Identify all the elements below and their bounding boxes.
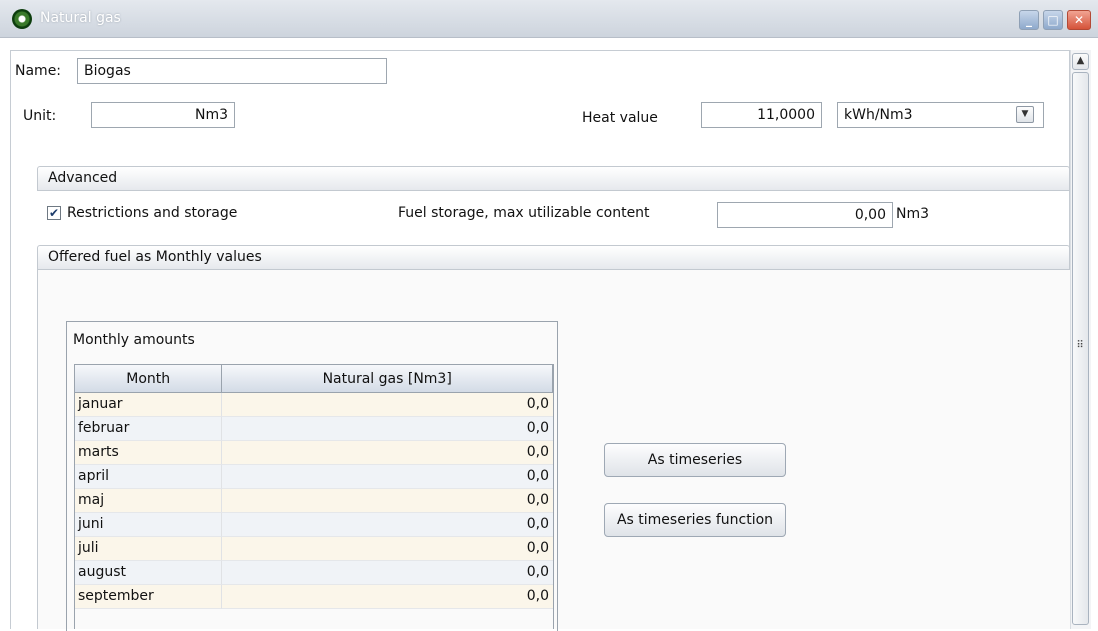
maximize-button[interactable]: □: [1043, 10, 1063, 30]
table-row[interactable]: juni 0,0: [75, 513, 553, 537]
table-row[interactable]: februar 0,0: [75, 417, 553, 441]
fuel-storage-label: Fuel storage, max utilizable content: [398, 205, 650, 221]
grip-icon: ⠿: [1076, 340, 1084, 351]
monthly-amounts-title: Monthly amounts: [73, 332, 195, 348]
fuel-storage-unit: Nm3: [896, 206, 930, 222]
column-header-natural-gas[interactable]: Natural gas [Nm3]: [222, 365, 553, 393]
month-cell: juni: [75, 513, 223, 537]
month-cell: marts: [75, 441, 223, 465]
unit-label: Unit:: [23, 108, 57, 124]
value-cell[interactable]: 0,0: [222, 561, 553, 585]
offered-fuel-section-header[interactable]: Offered fuel as Monthly values: [37, 245, 1070, 270]
month-cell: januar: [75, 393, 223, 417]
table-row[interactable]: januar 0,0: [75, 393, 553, 417]
month-cell: august: [75, 561, 223, 585]
month-cell: maj: [75, 489, 223, 513]
table-row[interactable]: august 0,0: [75, 561, 553, 585]
minimize-button[interactable]: _: [1019, 10, 1039, 30]
advanced-section-header[interactable]: Advanced: [37, 166, 1070, 191]
month-cell: februar: [75, 417, 223, 441]
heat-value-label: Heat value: [582, 110, 658, 126]
value-cell[interactable]: 0,0: [222, 513, 553, 537]
heat-value-unit-select[interactable]: kWh/Nm3: [837, 102, 1044, 128]
restrictions-checkbox[interactable]: ✔: [47, 206, 61, 220]
check-icon: ✔: [48, 206, 60, 220]
table-row[interactable]: maj 0,0: [75, 489, 553, 513]
table-row[interactable]: juli 0,0: [75, 537, 553, 561]
window-title: Natural gas: [40, 10, 121, 26]
month-cell: juli: [75, 537, 223, 561]
chevron-down-icon[interactable]: ▼: [1016, 106, 1034, 123]
name-label: Name:: [15, 63, 62, 79]
as-timeseries-button[interactable]: As timeseries: [604, 443, 786, 477]
grid-header: Month Natural gas [Nm3]: [75, 365, 553, 393]
month-cell: september: [75, 585, 223, 609]
as-timeseries-function-button[interactable]: As timeseries function: [604, 503, 786, 537]
monthly-grid[interactable]: Month Natural gas [Nm3] januar 0,0 febru…: [74, 364, 554, 629]
table-row[interactable]: april 0,0: [75, 465, 553, 489]
value-cell[interactable]: 0,0: [222, 585, 553, 609]
value-cell[interactable]: 0,0: [222, 441, 553, 465]
heat-value-input[interactable]: 11,0000: [701, 102, 822, 128]
value-cell[interactable]: 0,0: [222, 489, 553, 513]
close-icon: ✕: [1073, 13, 1085, 27]
table-row[interactable]: marts 0,0: [75, 441, 553, 465]
restrictions-label: Restrictions and storage: [67, 205, 238, 221]
month-cell: april: [75, 465, 223, 489]
column-header-month[interactable]: Month: [75, 365, 223, 393]
unit-input[interactable]: Nm3: [91, 102, 235, 128]
value-cell[interactable]: 0,0: [222, 465, 553, 489]
name-input[interactable]: Biogas: [77, 58, 387, 84]
value-cell[interactable]: 0,0: [222, 537, 553, 561]
chevron-up-icon: ▲: [1076, 55, 1085, 66]
value-cell[interactable]: 0,0: [222, 417, 553, 441]
app-icon: [12, 9, 32, 29]
close-button[interactable]: ✕: [1067, 10, 1091, 30]
maximize-icon: □: [1047, 13, 1059, 27]
table-row[interactable]: september 0,0: [75, 585, 553, 609]
minimize-icon: _: [1026, 13, 1032, 27]
title-bar: [0, 0, 1098, 38]
scroll-up-button[interactable]: ▲: [1072, 53, 1089, 70]
value-cell[interactable]: 0,0: [222, 393, 553, 417]
fuel-storage-input[interactable]: 0,00: [717, 202, 893, 228]
